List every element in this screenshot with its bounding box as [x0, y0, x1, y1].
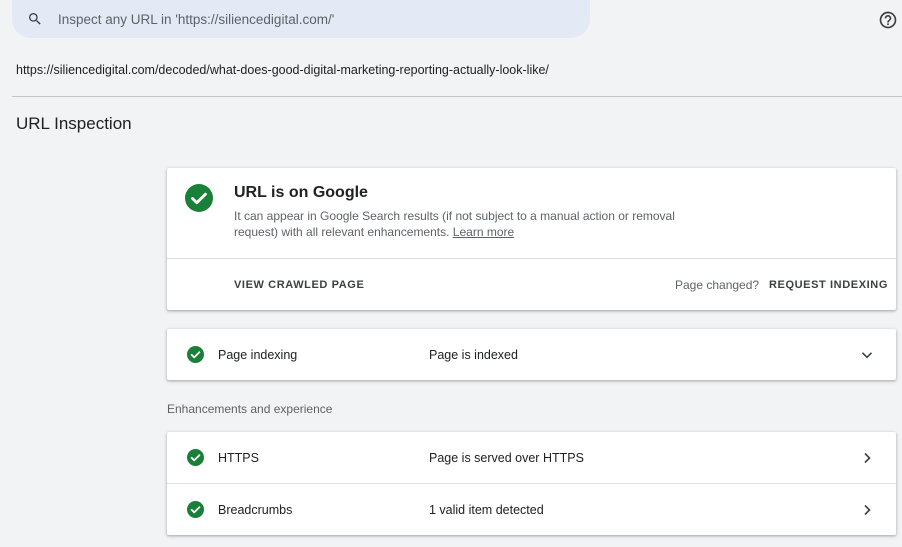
- learn-more-link[interactable]: Learn more: [453, 225, 514, 239]
- breadcrumbs-row[interactable]: Breadcrumbs 1 valid item detected: [167, 484, 896, 535]
- check-circle-icon: [185, 184, 213, 212]
- page-changed-label: Page changed?: [675, 278, 760, 292]
- check-circle-icon: [187, 501, 204, 518]
- https-row[interactable]: HTTPS Page is served over HTTPS: [167, 432, 896, 483]
- card-divider: [167, 258, 896, 259]
- breadcrumbs-label: Breadcrumbs: [218, 503, 293, 517]
- header-divider: [12, 96, 902, 97]
- status-title: URL is on Google: [234, 184, 368, 201]
- page-title: URL Inspection: [16, 114, 132, 133]
- search-bar[interactable]: [12, 0, 590, 38]
- page-indexing-value: Page is indexed: [429, 348, 518, 362]
- status-description: It can appear in Google Search results (…: [234, 208, 694, 240]
- breadcrumbs-value: 1 valid item detected: [429, 503, 544, 517]
- chevron-right-icon[interactable]: [860, 451, 874, 465]
- search-icon: [26, 10, 44, 28]
- view-crawled-page-button[interactable]: VIEW CRAWLED PAGE: [234, 279, 364, 291]
- status-card: URL is on Google It can appear in Google…: [167, 168, 896, 310]
- search-input[interactable]: [58, 11, 578, 27]
- enhancements-card: HTTPS Page is served over HTTPS Breadcru…: [167, 432, 896, 535]
- https-value: Page is served over HTTPS: [429, 451, 584, 465]
- page-indexing-label: Page indexing: [218, 348, 298, 362]
- https-label: HTTPS: [218, 451, 259, 465]
- inspected-url: https://siliencedigital.com/decoded/what…: [16, 63, 549, 77]
- check-circle-icon: [187, 449, 204, 466]
- chevron-right-icon[interactable]: [860, 503, 874, 517]
- request-indexing-button[interactable]: REQUEST INDEXING: [769, 279, 888, 291]
- check-circle-icon: [187, 346, 204, 363]
- page-indexing-row[interactable]: Page indexing Page is indexed: [167, 329, 896, 380]
- page-indexing-card: Page indexing Page is indexed: [167, 329, 896, 380]
- chevron-down-icon[interactable]: [860, 348, 874, 362]
- help-icon[interactable]: [878, 10, 898, 30]
- enhancements-section-label: Enhancements and experience: [167, 402, 333, 416]
